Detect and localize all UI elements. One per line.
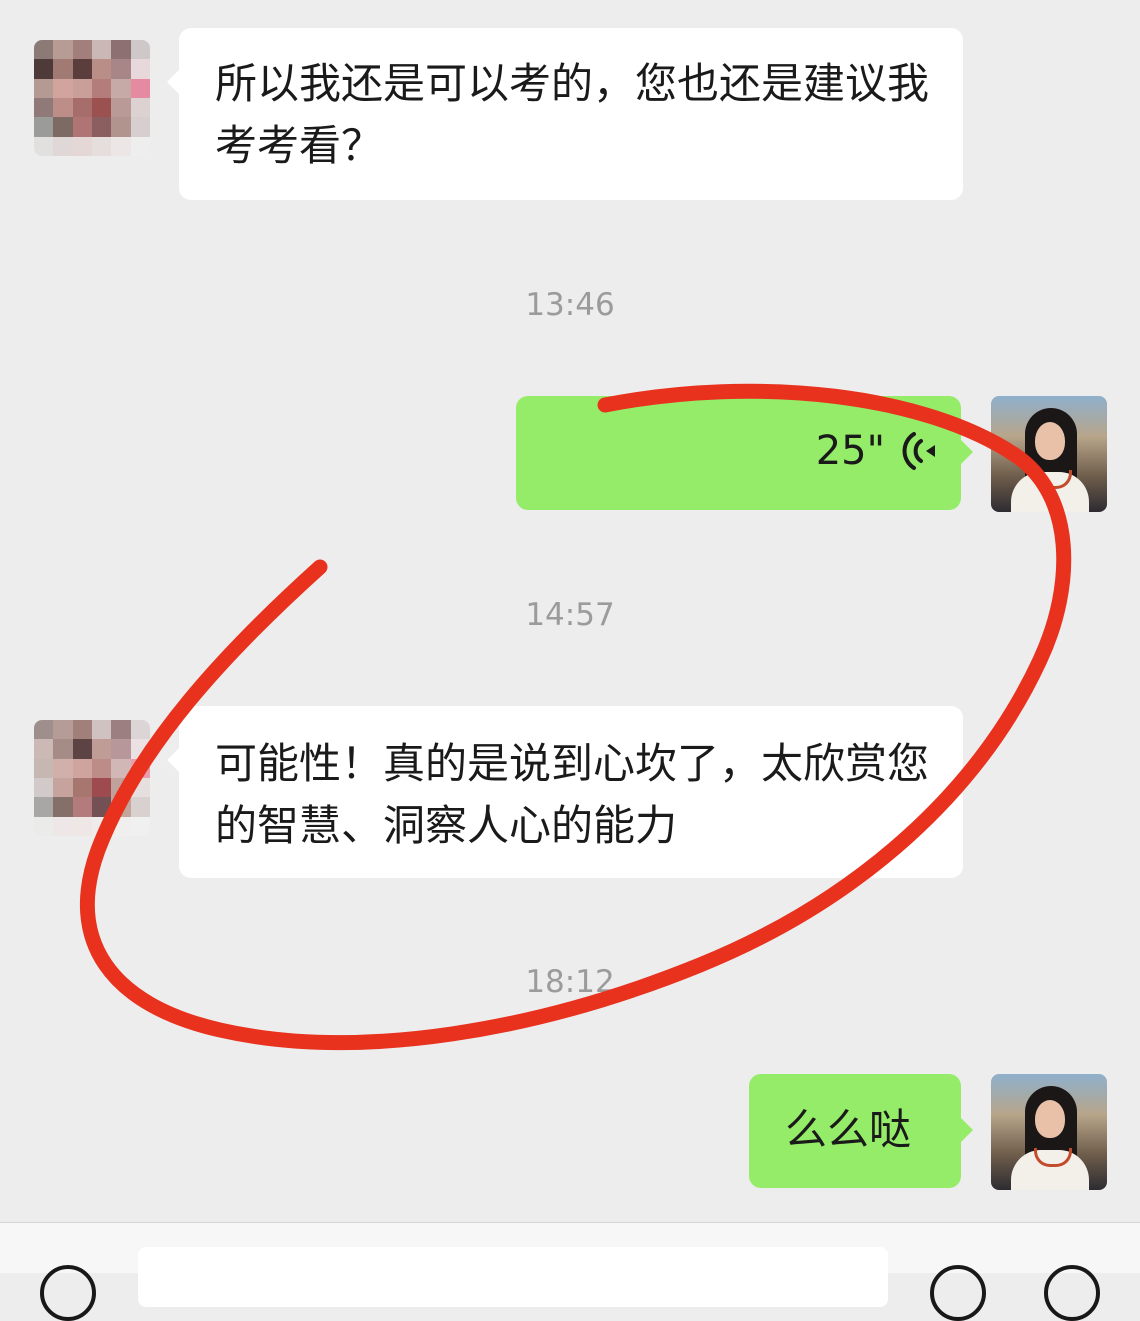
outgoing-message-bubble[interactable]: 么么哒 — [749, 1074, 973, 1188]
contact-avatar[interactable] — [34, 40, 150, 156]
voice-wave-icon — [902, 432, 935, 470]
incoming-message-bubble[interactable]: 所以我还是可以考的，您也还是建议我考考看？ — [167, 28, 963, 200]
timestamp: 13:46 — [525, 287, 615, 323]
message-text: 么么哒 — [785, 1105, 912, 1154]
message-text: 所以我还是可以考的，您也还是建议我考考看？ — [215, 59, 930, 170]
contact-avatar[interactable] — [34, 720, 150, 836]
timestamp: 18:12 — [525, 964, 615, 1000]
outgoing-voice-message[interactable]: 25" — [516, 396, 973, 510]
add-icon[interactable] — [1044, 1265, 1100, 1321]
message-input[interactable] — [138, 1247, 888, 1307]
voice-input-icon[interactable] — [40, 1265, 96, 1321]
message-text: 可能性！真的是说到心坎了，太欣赏您的智慧、洞察人心的能力 — [215, 739, 930, 850]
user-avatar[interactable] — [991, 1074, 1107, 1190]
timestamp: 14:57 — [525, 597, 615, 633]
incoming-message-bubble[interactable]: 可能性！真的是说到心坎了，太欣赏您的智慧、洞察人心的能力 — [167, 706, 963, 878]
voice-duration: 25" — [815, 428, 885, 474]
input-bar — [0, 1222, 1140, 1321]
user-avatar[interactable] — [991, 396, 1107, 512]
emoji-icon[interactable] — [930, 1265, 986, 1321]
